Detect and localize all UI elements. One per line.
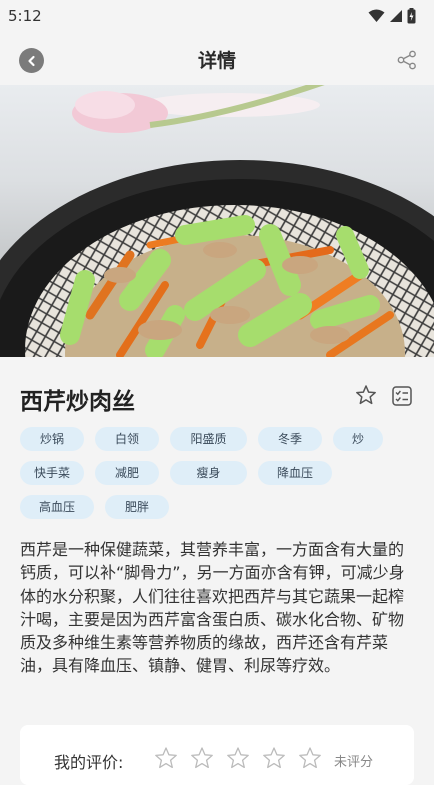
tag[interactable]: 阳盛质 [170,427,247,451]
tag[interactable]: 降血压 [258,461,332,485]
tag[interactable]: 瘦身 [170,461,247,485]
rating-star-icon[interactable] [298,746,322,770]
status-bar: 5:12 [0,0,434,32]
share-icon [397,50,416,70]
rating-star-icon[interactable] [154,746,178,770]
page-title: 详情 [197,50,236,72]
recipe-description: 西芹是一种保健蔬菜，其营养丰富，一方面含有大量的钙质，可以补“脚骨力”，另一方面… [20,540,405,676]
favorite-button[interactable] [355,384,377,406]
tag[interactable]: 炒 [333,427,383,451]
tag-row: 炒锅 白领 阳盛质 冬季 炒 [20,427,420,451]
rating-status: 未评分 [334,755,374,770]
tag-row: 快手菜 减肥 瘦身 降血压 [20,461,420,485]
rating-star-icon[interactable] [190,746,214,770]
share-button[interactable] [396,49,418,71]
recipe-title: 西芹炒肉丝 [20,389,135,415]
checklist-icon [392,386,412,406]
signal-icon [390,10,402,22]
tag[interactable]: 冬季 [258,427,322,451]
rating-card: 我的评价: 未评分 [20,725,414,785]
top-nav: 详情 [0,36,434,84]
battery-icon [407,8,416,24]
status-icons [368,8,416,24]
tag[interactable]: 快手菜 [20,461,84,485]
tag[interactable]: 炒锅 [20,427,84,451]
wifi-icon [368,9,385,22]
recipe-photo [0,85,434,357]
tag[interactable]: 高血压 [20,495,94,519]
tag-row: 高血压 肥胖 [20,495,420,519]
status-time: 5:12 [8,7,42,25]
rating-star-icon[interactable] [226,746,250,770]
rating-star-icon[interactable] [262,746,286,770]
rating-label: 我的评价: [54,753,124,772]
tag[interactable]: 肥胖 [105,495,169,519]
rating-stars [154,746,322,770]
add-to-list-button[interactable] [391,385,413,407]
tag[interactable]: 减肥 [95,461,159,485]
dish-illustration [0,85,434,357]
recipe-details: 西芹炒肉丝 炒锅 白领 阳盛质 冬季 炒 快手菜 减肥 瘦身 降血压 高血压 肥… [0,357,434,785]
star-outline-icon [356,385,376,405]
tag-list: 炒锅 白领 阳盛质 冬季 炒 快手菜 减肥 瘦身 降血压 高血压 肥胖 [20,427,420,529]
tag[interactable]: 白领 [95,427,159,451]
